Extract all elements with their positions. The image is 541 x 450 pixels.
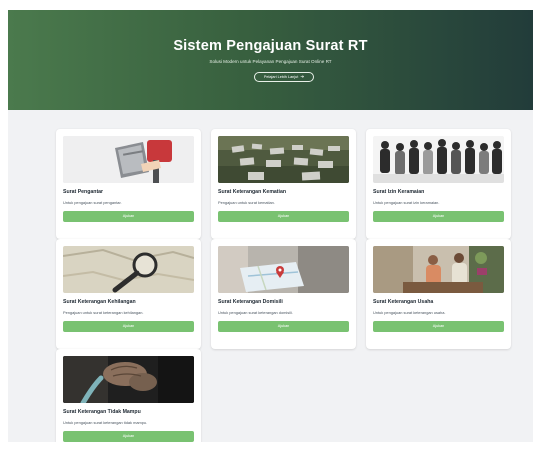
card-title: Surat Keterangan Domisili <box>218 299 283 305</box>
card-title: Surat Keterangan Usaha <box>373 299 434 305</box>
card-title: Surat Keterangan Kehilangan <box>63 299 136 305</box>
ajukan-button[interactable]: Ajukan <box>218 211 349 222</box>
service-card-surat-keterangan-domisili: Surat Keterangan Domisili Untuk pengajua… <box>211 239 356 349</box>
service-card-surat-keterangan-kehilangan: Surat Keterangan Kehilangan Pengajuan un… <box>56 239 201 349</box>
ajukan-button[interactable]: Ajukan <box>63 211 194 222</box>
learn-more-label: Pelajari Lebih Lanjut <box>263 75 299 79</box>
elderly-hands-photo <box>63 356 194 403</box>
ajukan-button[interactable]: Ajukan <box>373 211 504 222</box>
arrow-right-icon: ➜ <box>300 74 305 79</box>
shop-owner-photo <box>373 246 504 293</box>
card-title: Surat Izin Keramaian <box>373 189 425 195</box>
learn-more-button[interactable]: Pelajari Lebih Lanjut ➜ <box>254 72 314 82</box>
card-description: Pengajuan untuk surat kematian. <box>218 200 275 205</box>
magnifier-photo <box>63 246 194 293</box>
hero-subtitle: Solusi Modern untuk Pelayanan Pengajuan … <box>209 59 332 64</box>
page: Sistem Pengajuan Surat RT Solusi Modern … <box>8 10 533 442</box>
card-description: Untuk pengajuan surat keterangan domisil… <box>218 310 293 315</box>
ajukan-button[interactable]: Ajukan <box>218 321 349 332</box>
service-card-surat-keterangan-usaha: Surat Keterangan Usaha Untuk pengajuan s… <box>366 239 511 349</box>
card-title: Surat Pengantar <box>63 189 104 195</box>
card-description: Untuk pengajuan surat keterangan tidak m… <box>63 420 148 425</box>
card-title: Surat Keterangan Kematian <box>218 189 287 195</box>
service-card-surat-pengantar: Surat Pengantar Untuk pengajuan surat pe… <box>56 129 201 239</box>
mailbox-photo <box>63 136 194 183</box>
crowd-photo <box>373 136 504 183</box>
card-title: Surat Keterangan Tidak Mampu <box>63 409 141 415</box>
card-description: Pengajuan untuk surat keterangan kehilan… <box>63 310 144 315</box>
card-description: Untuk pengajuan surat pengantar. <box>63 200 122 205</box>
ajukan-button[interactable]: Ajukan <box>373 321 504 332</box>
service-card-surat-izin-keramaian: Surat Izin Keramaian Untuk pengajuan sur… <box>366 129 511 239</box>
ajukan-button[interactable]: Ajukan <box>63 321 194 332</box>
service-card-surat-keterangan-tidak-mampu: Surat Keterangan Tidak Mampu Untuk penga… <box>56 349 201 442</box>
cemetery-photo <box>218 136 349 183</box>
hero-title: Sistem Pengajuan Surat RT <box>173 38 368 54</box>
ajukan-button[interactable]: Ajukan <box>63 431 194 442</box>
map-pin-photo <box>218 246 349 293</box>
hero-banner: Sistem Pengajuan Surat RT Solusi Modern … <box>8 10 533 110</box>
service-card-surat-keterangan-kematian: Surat Keterangan Kematian Pengajuan untu… <box>211 129 356 239</box>
card-description: Untuk pengajuan surat izin keramaian. <box>373 200 440 205</box>
card-description: Untuk pengajuan surat keterangan usaha. <box>373 310 446 315</box>
